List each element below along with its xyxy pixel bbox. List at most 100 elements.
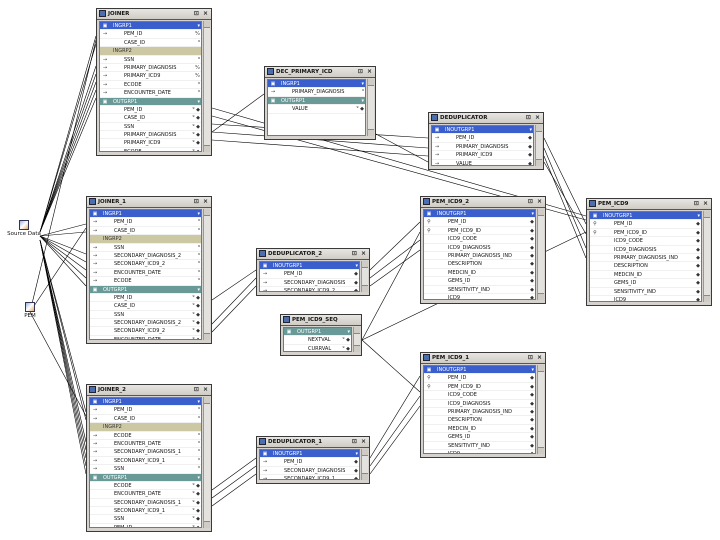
attribute-row[interactable]: SECONDARY_ICD9_2 ⁹ ◆ — [90, 327, 201, 336]
attribute-row[interactable]: PEM_ID ⁹ ◆ — [90, 294, 201, 303]
joiner-2-operator[interactable]: JOINER_2 ⊡ × ▣ INGRP1 ▾ → PEM_ID ⁹ → CASE_ID ⁹ ING… — [86, 384, 212, 532]
output-group-row[interactable]: ▣ OUTGRP1 ▾ — [90, 285, 201, 294]
attribute-row[interactable]: ⚲ PEM_ICD9_ID ◆ — [424, 227, 535, 236]
window-controls-icon[interactable]: ⊡ × — [194, 385, 209, 395]
attribute-row[interactable]: SENSITIVITY_IND ◆ — [424, 442, 535, 450]
attribute-row[interactable]: GEMS_ID ◆ — [590, 279, 701, 288]
attribute-row[interactable]: ECODE ⁹ ◆ — [90, 482, 201, 491]
attribute-row[interactable]: → PEM_ID ⁹⁄₂ — [100, 30, 201, 39]
attribute-row[interactable]: SSN ⁹ ◆ — [90, 515, 201, 524]
window-controls-icon[interactable]: ⊡ × — [352, 249, 367, 259]
operator-title-bar[interactable]: JOINER_2 ⊡ × — [87, 385, 211, 396]
operator-title-bar[interactable]: PEM_ICD9_2 ⊡ × — [421, 197, 545, 208]
attribute-row[interactable]: SENSITIVITY_IND ◆ — [590, 288, 701, 296]
attribute-row[interactable]: → PRIMARY_DIAGNOSIS ◆ — [432, 143, 533, 152]
attribute-row[interactable]: PRIMARY_DIAGNOSIS ⁹ ◆ — [100, 131, 201, 140]
deduplicator-1-operator[interactable]: DEDUPLICATOR_1 ⊡ × ▣ INOUTGRP1 ▾ → PEM_ID ◆ → SE… — [256, 436, 370, 484]
dec-primary-icd-operator[interactable]: DEC_PRIMARY_ICD ⊡ × ▣ INGRP1 ▾ → PRIMARY_DIAG… — [264, 66, 376, 140]
attribute-row[interactable]: → SECONDARY_ICD9_1 ⁹ — [90, 457, 201, 466]
attribute-row[interactable]: → SECONDARY_DIAGNOSIS_1 ◆ — [260, 467, 359, 476]
attribute-row[interactable]: → SECONDARY_DIAGNOSIS_1 ⁹ — [90, 448, 201, 457]
attribute-row[interactable]: ICD9_DIAGNOSIS ◆ — [424, 244, 535, 252]
output-group-row[interactable]: ▣ OUTGRP1 ▾ — [284, 328, 351, 337]
attribute-row[interactable]: ⚲ PEM_ICD9_ID ◆ — [424, 383, 535, 392]
attribute-row[interactable]: SECONDARY_DIAGNOSIS_2 ⁹ ◆ — [90, 319, 201, 328]
attribute-row[interactable]: → SECONDARY_DIAGNOSIS_2 ⁹ — [90, 252, 201, 261]
attribute-row[interactable]: PRIMARY_ICD9 ⁹ ◆ — [100, 139, 201, 148]
attribute-row[interactable]: → PRIMARY_ICD9 ◆ — [432, 151, 533, 160]
source-data-item[interactable]: Source Data — [4, 220, 44, 237]
window-controls-icon[interactable]: ⊡ × — [694, 199, 709, 209]
operator-title-bar[interactable]: DEC_PRIMARY_ICD ⊡ × — [265, 67, 375, 78]
attribute-row[interactable]: → SSN ⁹ — [90, 465, 201, 474]
attribute-row[interactable]: → PEM_ID ⁹ — [90, 406, 201, 415]
attribute-row[interactable]: ICD9_DIAGNOSIS ◆ — [590, 246, 701, 254]
attribute-row[interactable]: → ECODE ⁹ — [90, 432, 201, 440]
operator-title-bar[interactable]: DEDUPLICATOR_2 ⊡ × — [257, 249, 369, 260]
input-group-row[interactable]: ▣ INOUTGRP1 ▾ — [260, 450, 359, 459]
pem-icd9-2-table[interactable]: PEM_ICD9_2 ⊡ × ▣ INOUTGRP1 ▾ ⚲ PEM_ID ◆ ⚲ PEM_IC… — [420, 196, 546, 304]
input-group-row[interactable]: ▣ INGRP1 ▾ — [100, 22, 201, 31]
input-group-row[interactable]: ▣ INGRP1 ▾ — [90, 210, 201, 219]
input-group-row[interactable]: ▣ INOUTGRP1 ▾ — [590, 212, 701, 221]
attribute-row[interactable]: ⚲ PEM_ID ◆ — [424, 374, 535, 383]
window-controls-icon[interactable]: ⊡ × — [358, 67, 373, 77]
operator-title-bar[interactable]: PEM_ICD9 ⊡ × — [587, 199, 711, 210]
attribute-row[interactable]: → PRIMARY_DIAGNOSIS ⁹⁄₂ — [100, 64, 201, 73]
attribute-row[interactable]: → PEM_ID ◆ — [260, 458, 359, 467]
attribute-row[interactable]: → VALUE ◆ — [432, 160, 533, 165]
attribute-row[interactable]: CASE_ID ⁹ ◆ — [100, 114, 201, 123]
input-group-row[interactable]: ▣ INOUTGRP1 ▾ — [424, 366, 535, 375]
group-row[interactable]: INGRP2 — [90, 235, 201, 244]
attribute-row[interactable]: → ECODE ⁹ — [90, 277, 201, 286]
pem-icd9-table[interactable]: PEM_ICD9 ⊡ × ▣ INOUTGRP1 ▾ ⚲ PEM_ID ◆ ⚲ PEM_ICD9… — [586, 198, 712, 306]
output-group-row[interactable]: ▣ OUTGRP1 ▾ — [100, 97, 201, 106]
operator-title-bar[interactable]: JOINER_1 ⊡ × — [87, 197, 211, 208]
scrollbar[interactable] — [203, 397, 210, 528]
attribute-row[interactable]: ECODE ⁹ ◆ — [100, 148, 201, 151]
operator-title-bar[interactable]: PEM_ICD9_1 ⊡ × — [421, 353, 545, 364]
scrollbar[interactable] — [367, 79, 374, 136]
attribute-row[interactable]: ICD9 ◆ — [424, 450, 535, 453]
attribute-row[interactable]: PRIMARY_DIAGNOSIS_IND ◆ — [590, 254, 701, 263]
deduplicator-2-operator[interactable]: DEDUPLICATOR_2 ⊡ × ▣ INOUTGRP1 ▾ → PEM_ID ◆ → SE… — [256, 248, 370, 296]
attribute-row[interactable]: MEDCIN_ID ◆ — [424, 269, 535, 278]
attribute-row[interactable]: ICD9_CODE ◆ — [424, 391, 535, 400]
deduplicator-operator[interactable]: DEDUPLICATOR ⊡ × ▣ INOUTGRP1 ▾ → PEM_ID ◆ → PRIM… — [428, 112, 544, 170]
scrollbar[interactable] — [361, 261, 368, 292]
output-group-row[interactable]: ▣ OUTGRP1 ▾ — [90, 473, 201, 482]
attribute-row[interactable]: → SECONDARY_ICD9_2 ◆ — [260, 287, 359, 291]
pem-icd9-lower-table[interactable]: PEM_ICD9_1 ⊡ × ▣ INOUTGRP1 ▾ ⚲ PEM_ID ◆ ⚲ PEM_ICD… — [420, 352, 546, 458]
attribute-row[interactable]: ENCOUNTER_DATE ⁹ ◆ — [90, 336, 201, 339]
attribute-row[interactable]: → PEM_ID ◆ — [432, 134, 533, 143]
output-group-row[interactable]: ▣ OUTGRP1 ▾ — [268, 96, 365, 106]
attribute-row[interactable]: CASE_ID ⁹ ◆ — [90, 302, 201, 311]
attribute-row[interactable]: → SECONDARY_ICD9_2 ⁹ — [90, 260, 201, 269]
input-group-row[interactable]: ▣ INOUTGRP1 ▾ — [260, 262, 359, 271]
attribute-row[interactable]: → SECONDARY_ICD9_1 ◆ — [260, 475, 359, 479]
scrollbar[interactable] — [535, 125, 542, 166]
attribute-row[interactable]: PEM_ID ⁹ ◆ — [100, 106, 201, 115]
attribute-row[interactable]: → PEM_ID ⁹ — [90, 218, 201, 227]
attribute-row[interactable]: → ECODE ⁹ — [100, 81, 201, 90]
attribute-row[interactable]: SSN ⁹ ◆ — [100, 123, 201, 132]
scrollbar[interactable] — [203, 21, 210, 152]
pem-icd9-seq-operator[interactable]: PEM_ICD9_SEQ ▣ OUTGRP1 ▾ NEXTVAL ⁹ ◆ CURRVAL ⁹… — [280, 314, 362, 356]
attribute-row[interactable]: ICD9_CODE ◆ — [590, 237, 701, 246]
attribute-row[interactable]: SECONDARY_ICD9_1 ⁹ ◆ — [90, 507, 201, 516]
window-controls-icon[interactable]: ⊡ × — [528, 197, 543, 207]
group-row[interactable]: INGRP2 — [100, 47, 201, 56]
attribute-row[interactable]: → SECONDARY_DIAGNOSIS_2 ◆ — [260, 279, 359, 288]
attribute-row[interactable]: SENSITIVITY_IND ◆ — [424, 286, 535, 294]
joiner-1-operator[interactable]: JOINER_1 ⊡ × ▣ INGRP1 ▾ → PEM_ID ⁹ → CASE_ID ⁹ ING… — [86, 196, 212, 344]
scrollbar[interactable] — [537, 365, 544, 454]
operator-title-bar[interactable]: DEDUPLICATOR_1 ⊡ × — [257, 437, 369, 448]
attribute-row[interactable]: GEMS_ID ◆ — [424, 277, 535, 286]
attribute-row[interactable]: MEDCIN_ID ◆ — [590, 271, 701, 280]
attribute-row[interactable]: → SSN ⁹ — [100, 56, 201, 64]
attribute-row[interactable]: → CASE_ID ⁹ — [90, 415, 201, 424]
attribute-row[interactable]: ICD9_DIAGNOSIS ◆ — [424, 400, 535, 408]
attribute-row[interactable]: PEM_ID ⁹ ◆ — [90, 524, 201, 527]
attribute-row[interactable]: ⚲ PEM_ID ◆ — [424, 218, 535, 227]
window-controls-icon[interactable]: ⊡ × — [528, 353, 543, 363]
